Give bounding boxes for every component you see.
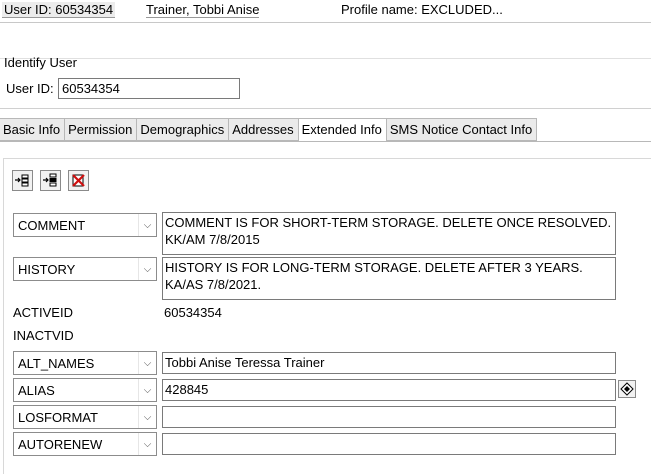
comment-value-textarea[interactable]: COMMENT IS FOR SHORT-TERM STORAGE. DELET… [162,212,616,255]
delete-row-button[interactable] [68,170,89,191]
tab-permission[interactable]: Permission [65,118,138,141]
inactvid-label: INACTVID [13,328,74,343]
losformat-value-input[interactable] [162,406,616,428]
alias-key-select[interactable]: ALIAS ⌵ [13,378,157,402]
alt-names-key-select[interactable]: ALT_NAMES ⌵ [13,351,157,375]
comment-key-value: COMMENT [18,218,86,233]
header-user-id[interactable]: User ID: 60534354 [2,2,116,18]
losformat-key-select[interactable]: LOSFORMAT ⌵ [13,405,157,429]
delete-row-icon [72,174,85,187]
chevron-down-icon: ⌵ [138,214,156,236]
history-key-value: HISTORY [18,262,76,277]
add-row-icon [15,174,29,187]
chevron-down-icon: ⌵ [138,379,156,401]
activeid-value: 60534354 [164,305,222,320]
autorenew-key-value: AUTORENEW [18,437,103,452]
header-bar: User ID: 60534354 Trainer, Tobbi Anise P… [0,0,651,22]
losformat-key-value: LOSFORMAT [18,410,98,425]
history-value-textarea[interactable]: HISTORY IS FOR LONG-TERM STORAGE. DELETE… [162,257,616,300]
alt-names-key-value: ALT_NAMES [18,356,95,371]
alt-names-value-input[interactable]: Tobbi Anise Teressa Trainer [162,352,616,374]
insert-row-button[interactable] [40,170,61,191]
lookup-diamond-icon [620,382,634,396]
header-profile-name: Profile name: EXCLUDED... [341,2,503,17]
user-id-label: User ID: [6,81,54,96]
tab-extended-info[interactable]: Extended Info [298,118,387,142]
chevron-down-icon: ⌵ [138,406,156,428]
alias-lookup-button[interactable] [618,380,636,398]
tab-addresses[interactable]: Addresses [229,118,299,141]
autorenew-value-input[interactable] [162,433,616,455]
comment-key-select[interactable]: COMMENT ⌵ [13,213,157,237]
section-divider [0,108,651,109]
chevron-down-icon: ⌵ [138,352,156,374]
insert-row-icon [43,173,57,187]
activeid-label: ACTIVEID [13,305,73,320]
chevron-down-icon: ⌵ [138,433,156,455]
chevron-down-icon: ⌵ [138,258,156,280]
tab-demographics[interactable]: Demographics [137,118,230,141]
header-divider [0,22,651,23]
tab-sms-notice-contact-info[interactable]: SMS Notice Contact Info [386,118,538,141]
tab-underline [0,141,651,142]
tab-basic-info[interactable]: Basic Info [0,118,66,141]
tab-strip: Basic Info Permission Demographics Addre… [0,118,538,142]
alias-value-input[interactable]: 428845 [162,379,616,401]
history-key-select[interactable]: HISTORY ⌵ [13,257,157,281]
autorenew-key-select[interactable]: AUTORENEW ⌵ [13,432,157,456]
identify-user-title: Identify User [4,55,77,70]
user-id-input[interactable]: 60534354 [58,78,240,99]
add-row-button[interactable] [12,170,33,191]
section-divider [0,58,651,59]
header-user-name[interactable]: Trainer, Tobbi Anise [146,2,260,18]
alias-key-value: ALIAS [18,383,55,398]
